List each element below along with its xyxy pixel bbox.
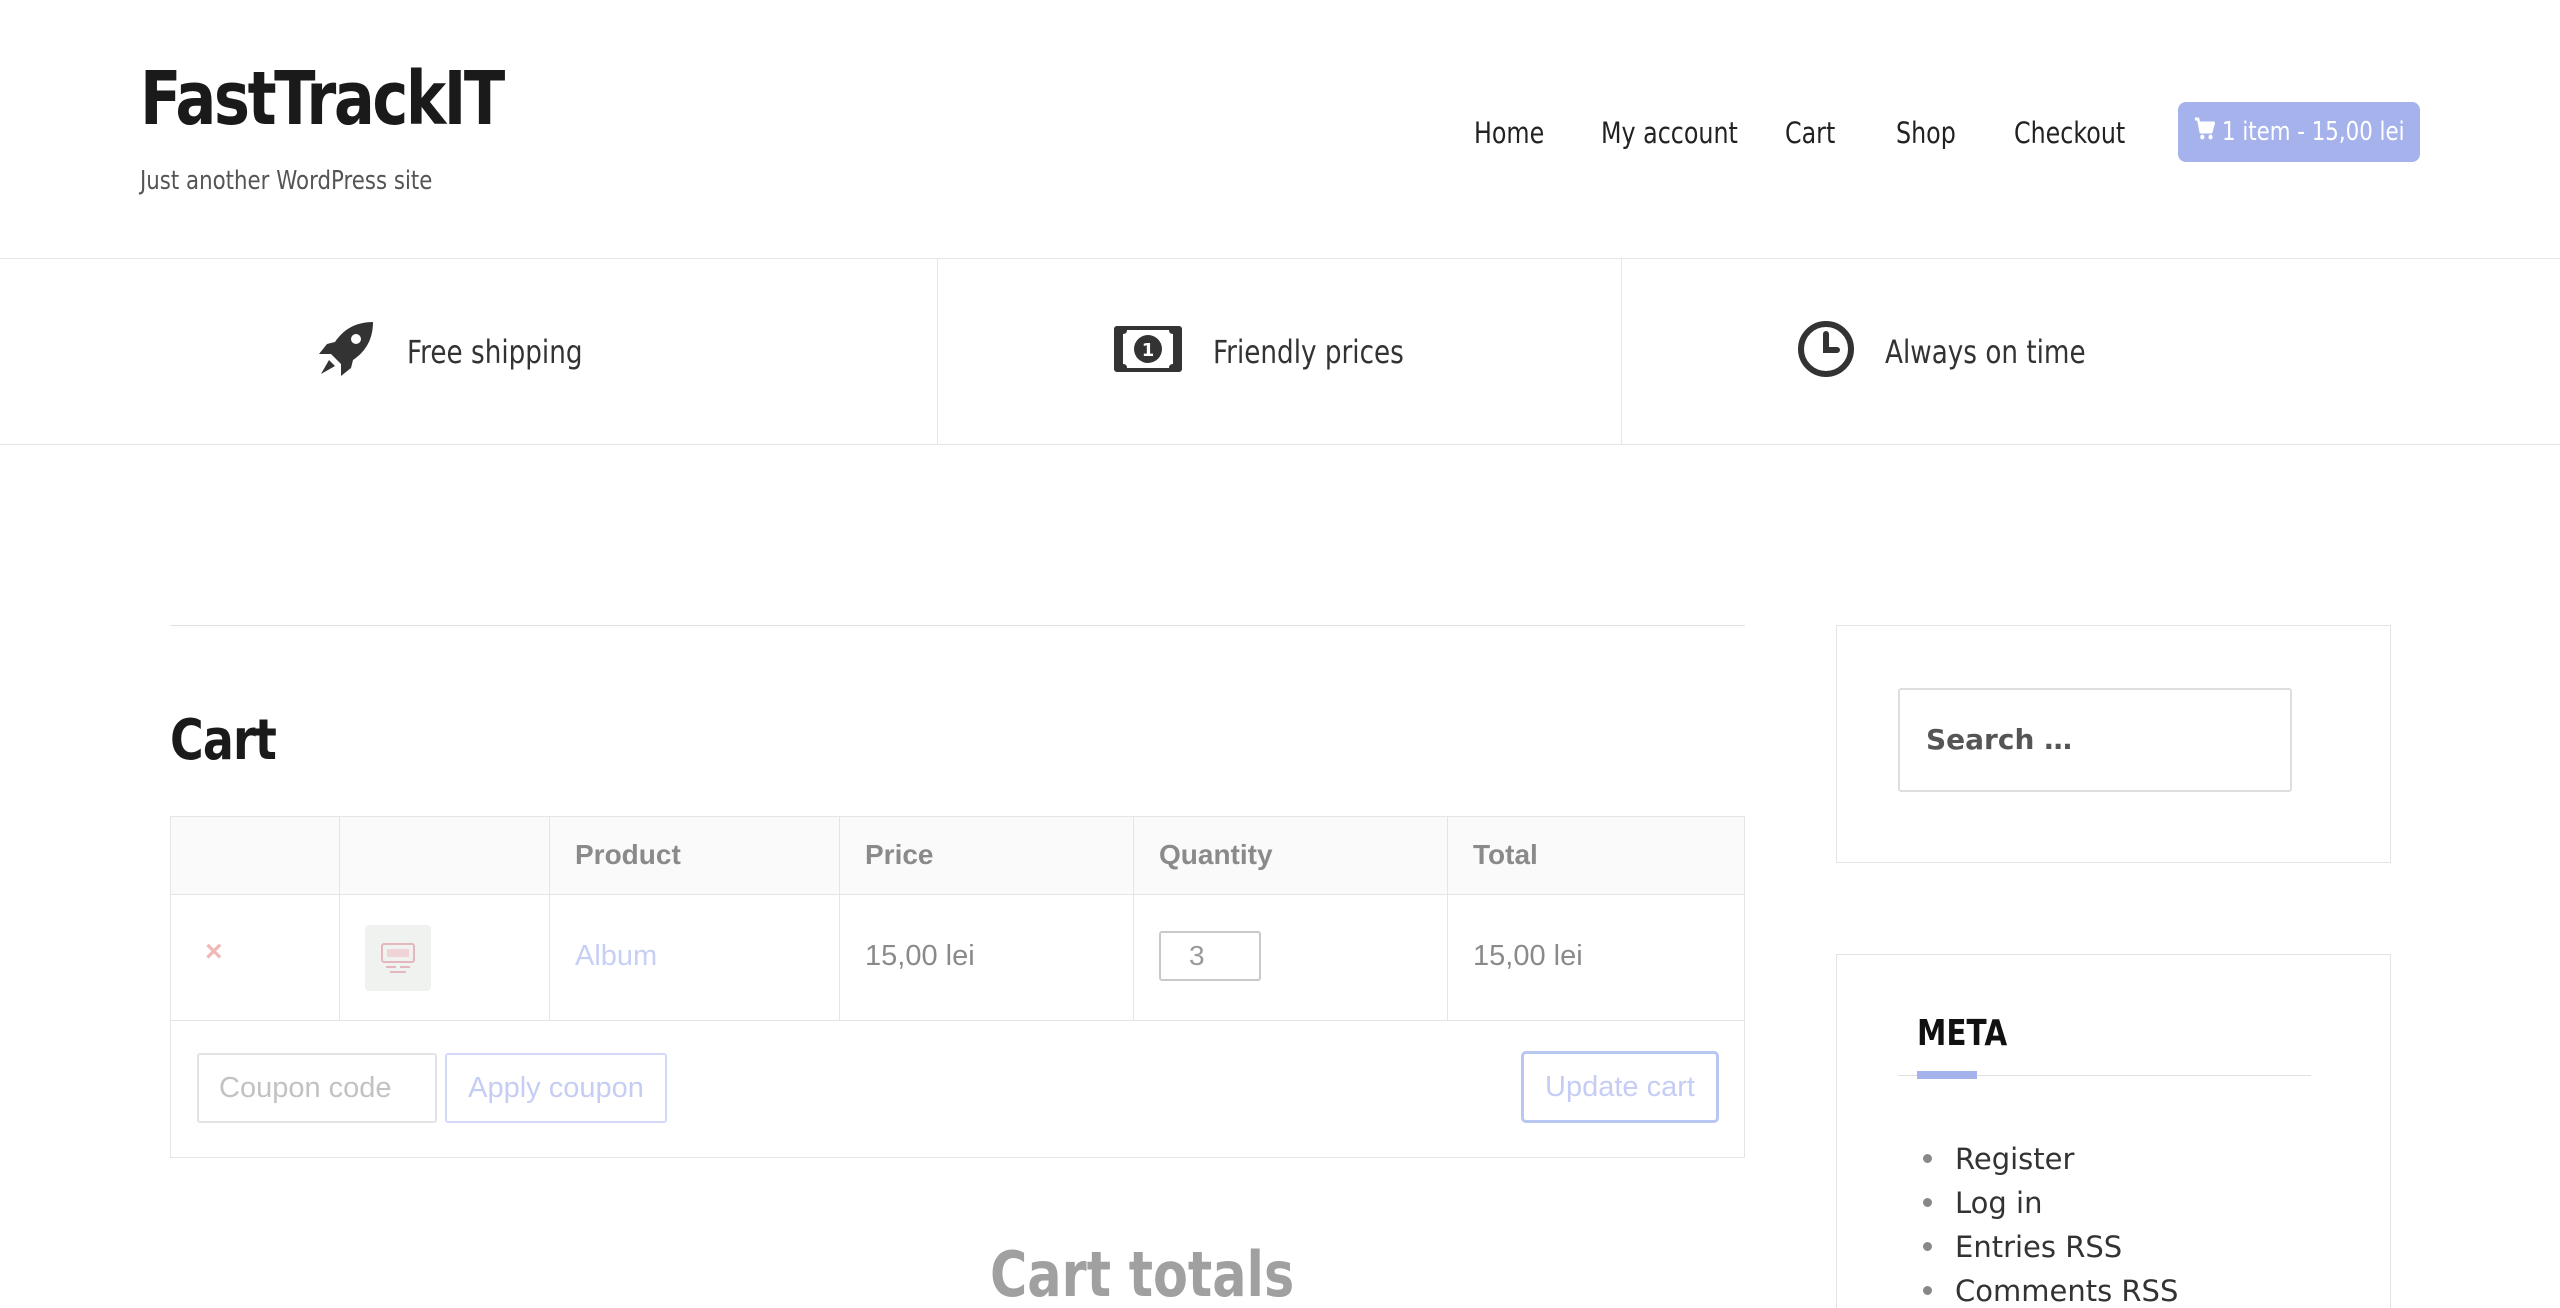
content-divider (170, 625, 1745, 626)
product-link[interactable]: Album (575, 940, 657, 973)
remove-item-icon[interactable]: × (205, 935, 223, 969)
feature-friendly-prices: 1 Friendly prices (937, 259, 1621, 444)
product-price: 15,00 lei (865, 940, 975, 972)
rocket-icon (315, 318, 407, 385)
features-bar: Free shipping 1 Friendly prices Always o… (0, 258, 2560, 445)
clock-icon (1797, 320, 1885, 383)
column-header-product: Product (575, 839, 681, 870)
meta-link-register[interactable]: Register (1917, 1137, 2178, 1181)
nav-checkout[interactable]: Checkout (2014, 116, 2125, 150)
meta-title-accent (1917, 1071, 1977, 1079)
site-tagline: Just another WordPress site (140, 166, 433, 196)
meta-widget: META Register Log in Entries RSS Comment… (1836, 954, 2391, 1308)
update-cart-button[interactable]: Update cart (1521, 1051, 1719, 1123)
apply-coupon-button[interactable]: Apply coupon (445, 1053, 667, 1123)
feature-free-shipping: Free shipping (0, 259, 937, 444)
quantity-input[interactable]: 3 (1159, 931, 1261, 981)
feature-label: Free shipping (407, 332, 583, 371)
header-cart-button[interactable]: 1 item - 15,00 lei (2178, 102, 2420, 162)
feature-label: Friendly prices (1213, 332, 1404, 371)
product-thumbnail[interactable] (365, 925, 431, 991)
nav-my-account[interactable]: My account (1601, 116, 1738, 150)
cart-table: Product Price Quantity Total × Album 15,… (170, 816, 1745, 1158)
cart-totals-title: Cart totals (990, 1238, 1295, 1308)
table-header: Product Price Quantity Total (171, 817, 1744, 895)
search-widget: Search … (1836, 625, 2391, 863)
column-header-quantity: Quantity (1159, 839, 1273, 870)
shopping-cart-icon (2194, 117, 2215, 148)
meta-link-comments-rss[interactable]: Comments RSS (1917, 1269, 2178, 1308)
nav-shop[interactable]: Shop (1896, 116, 1956, 150)
meta-link-entries-rss[interactable]: Entries RSS (1917, 1225, 2178, 1269)
table-row: × Album 15,00 lei 3 15,00 lei (171, 895, 1744, 1021)
nav-home[interactable]: Home (1474, 116, 1544, 150)
column-header-price: Price (865, 839, 934, 870)
cart-summary: 1 item - 15,00 lei (2221, 117, 2405, 147)
nav-cart[interactable]: Cart (1785, 116, 1835, 150)
site-title[interactable]: FastTrackIT (140, 56, 505, 142)
product-total: 15,00 lei (1473, 940, 1583, 972)
meta-links: Register Log in Entries RSS Comments RSS (1917, 1137, 2178, 1308)
search-input[interactable]: Search … (1898, 688, 2292, 792)
coupon-code-input[interactable]: Coupon code (197, 1053, 437, 1123)
page-title: Cart (170, 708, 277, 773)
meta-widget-title: META (1917, 1013, 2008, 1054)
site-header: FastTrackIT Just another WordPress site … (0, 0, 2560, 258)
feature-label: Always on time (1885, 332, 2086, 371)
column-header-total: Total (1473, 839, 1538, 870)
svg-text:1: 1 (1142, 340, 1155, 361)
feature-always-on-time: Always on time (1621, 259, 2305, 444)
meta-link-log-in[interactable]: Log in (1917, 1181, 2178, 1225)
money-icon: 1 (1113, 324, 1213, 379)
